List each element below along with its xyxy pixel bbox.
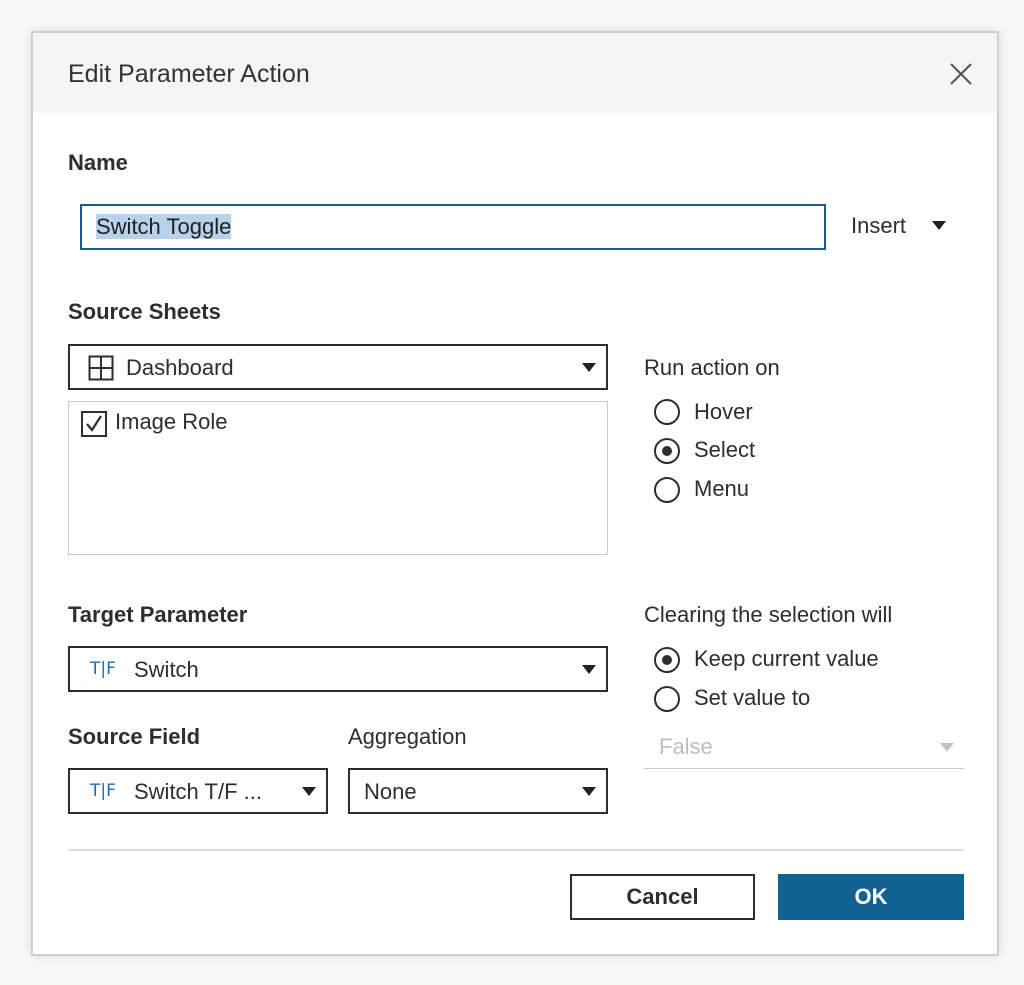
target-parameter-value: Switch [134, 657, 199, 682]
radio-select[interactable] [654, 438, 680, 464]
target-parameter-label: Target Parameter [68, 602, 248, 627]
ok-button[interactable]: OK [778, 874, 964, 920]
edit-parameter-action-dialog: Edit Parameter Action Name Switch Toggle… [31, 31, 999, 956]
radio-hover-label: Hover [694, 399, 753, 424]
radio-select-label: Select [694, 437, 756, 462]
run-action-label: Run action on [644, 355, 780, 380]
chevron-down-icon [582, 363, 596, 372]
close-icon [950, 63, 972, 85]
insert-dropdown[interactable]: Insert [851, 213, 947, 243]
radio-menu-label: Menu [694, 476, 750, 501]
radio-keep-current-label: Keep current value [694, 646, 879, 671]
aggregation-value: None [364, 779, 417, 804]
cancel-button[interactable]: Cancel [570, 874, 755, 920]
dialog-titlebar: Edit Parameter Action [33, 33, 997, 113]
chevron-down-icon [932, 221, 947, 230]
target-parameter-dropdown[interactable]: T|F Switch [68, 646, 608, 692]
name-input-value: Switch Toggle [96, 214, 232, 239]
sheet-item-label: Image Role [115, 409, 228, 434]
dashboard-grid-icon [88, 355, 114, 381]
name-input[interactable]: Switch Toggle [80, 204, 826, 250]
clearing-label: Clearing the selection will [644, 602, 893, 627]
radio-keep-current-value[interactable] [654, 647, 680, 673]
boolean-type-icon: T|F [90, 781, 116, 801]
source-field-dropdown[interactable]: T|F Switch T/F ... [68, 768, 328, 814]
footer-divider [68, 849, 964, 851]
name-label: Name [68, 150, 128, 175]
chevron-down-icon [582, 665, 596, 674]
close-button[interactable] [946, 59, 976, 89]
set-value-dropdown-value: False [659, 734, 713, 759]
chevron-down-icon [302, 787, 316, 796]
set-value-dropdown: False [644, 729, 964, 769]
radio-hover[interactable] [654, 399, 680, 425]
insert-label: Insert [851, 213, 907, 238]
boolean-type-icon: T|F [90, 659, 116, 679]
sheet-checkbox-image-role[interactable] [81, 411, 107, 437]
aggregation-label: Aggregation [348, 724, 467, 749]
checkmark-icon [86, 415, 102, 432]
source-sheets-list: Image Role [68, 401, 608, 555]
source-sheets-value: Dashboard [126, 355, 234, 380]
source-field-value: Switch T/F ... [134, 779, 262, 804]
chevron-down-icon [582, 787, 596, 796]
source-sheets-label: Source Sheets [68, 299, 221, 324]
radio-set-value-label: Set value to [694, 685, 811, 710]
source-field-label: Source Field [68, 724, 201, 749]
aggregation-dropdown[interactable]: None [348, 768, 608, 814]
radio-menu[interactable] [654, 477, 680, 503]
source-sheets-dropdown[interactable]: Dashboard [68, 344, 608, 390]
dialog-title: Edit Parameter Action [68, 60, 310, 88]
chevron-down-icon [940, 743, 954, 752]
radio-set-value-to[interactable] [654, 686, 680, 712]
